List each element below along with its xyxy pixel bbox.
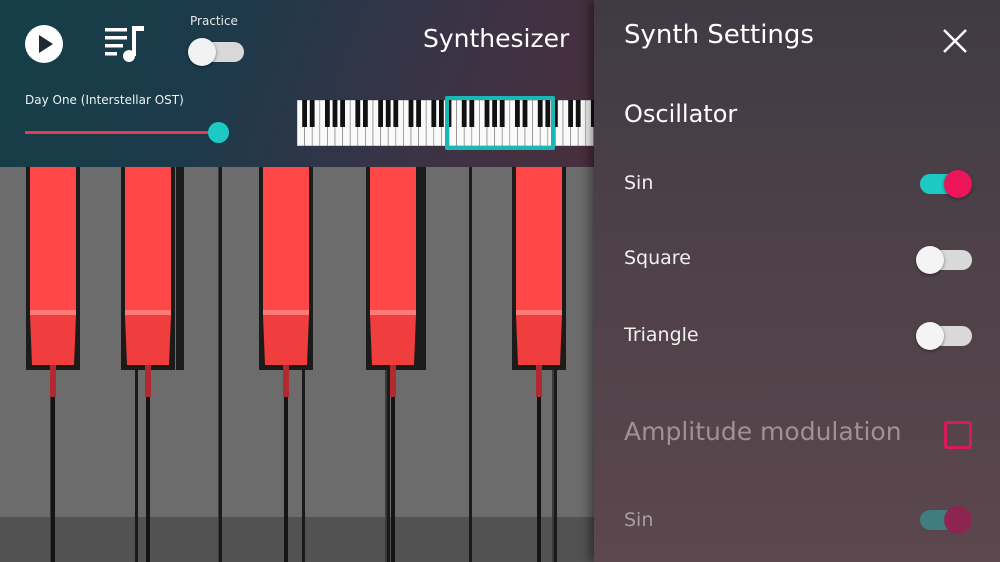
mini-black-key <box>439 100 444 127</box>
key-divider <box>537 397 541 562</box>
mini-black-key <box>363 100 368 127</box>
black-key-tip <box>125 315 171 365</box>
amplitude-modulation-label: Amplitude modulation <box>624 417 902 446</box>
oscillator-triangle-label: Triangle <box>624 324 699 346</box>
playlist-icon <box>105 26 144 62</box>
black-key-bevel <box>370 310 416 315</box>
mini-black-key <box>340 100 345 127</box>
black-key[interactable] <box>418 167 426 370</box>
black-key-tip <box>30 315 76 365</box>
piano-keyboard[interactable] <box>0 167 600 562</box>
synth-settings-drawer: Synth Settings Oscillator Sin Square Tri… <box>594 0 1000 562</box>
amplitude-modulation-checkbox[interactable] <box>944 421 972 449</box>
oscillator-section-title: Oscillator <box>624 100 738 128</box>
mini-black-key <box>385 100 391 127</box>
black-key-tip <box>516 315 562 365</box>
top-bar: Practice Synthesizer Day One (Interstell… <box>0 0 600 167</box>
mini-black-key <box>416 100 421 127</box>
mini-black-key <box>568 100 573 127</box>
mini-black-key <box>309 100 315 127</box>
play-icon <box>39 35 53 53</box>
toggle-thumb <box>944 506 972 534</box>
black-key-highlighted[interactable] <box>30 167 76 310</box>
oscillator-square-toggle[interactable] <box>916 246 972 274</box>
white-key-front <box>0 517 50 562</box>
toggle-thumb <box>916 246 944 274</box>
toggle-thumb <box>944 170 972 198</box>
playlist-button[interactable] <box>105 24 147 64</box>
oscillator-sin-label: Sin <box>624 172 654 194</box>
oscillator-square-label: Square <box>624 247 691 269</box>
oscillator-sin-toggle[interactable] <box>916 170 972 198</box>
black-key-bevel <box>263 310 309 315</box>
mini-black-key <box>408 100 414 127</box>
white-key-front <box>222 517 302 562</box>
black-key[interactable] <box>176 167 184 370</box>
mini-black-key <box>378 100 383 127</box>
key-gap <box>469 167 472 562</box>
black-key-highlighted[interactable] <box>263 167 309 310</box>
mini-black-key <box>393 100 399 127</box>
black-key-stem <box>390 365 396 397</box>
app-title: Synthesizer <box>423 24 570 53</box>
white-key-front <box>390 517 470 562</box>
white-key-front <box>55 517 135 562</box>
close-icon <box>943 29 967 53</box>
practice-toggle-thumb <box>188 38 216 66</box>
black-key-bevel <box>30 310 76 315</box>
key-divider <box>146 397 150 562</box>
drawer-title: Synth Settings <box>624 20 814 50</box>
black-key-bevel <box>516 310 562 315</box>
key-divider <box>51 397 55 562</box>
practice-toggle[interactable] <box>188 38 244 66</box>
black-key-stem <box>50 365 56 397</box>
seek-thumb[interactable] <box>208 122 230 143</box>
black-key-tip <box>263 315 309 365</box>
play-button[interactable] <box>25 25 63 63</box>
black-key-stem <box>536 365 542 397</box>
mini-black-key <box>302 100 307 127</box>
song-title: Day One (Interstellar OST) <box>25 93 184 107</box>
am-sin-label: Sin <box>624 509 654 531</box>
black-key-highlighted[interactable] <box>370 167 416 310</box>
mini-black-key <box>575 100 581 127</box>
practice-label: Practice <box>190 14 238 28</box>
mini-black-key <box>431 100 437 127</box>
oscillator-triangle-toggle[interactable] <box>916 322 972 350</box>
seek-bar[interactable] <box>25 131 219 134</box>
am-sin-toggle[interactable] <box>916 506 972 534</box>
close-button[interactable] <box>940 26 970 56</box>
black-key-highlighted[interactable] <box>516 167 562 310</box>
white-key-front <box>305 517 385 562</box>
black-key-highlighted[interactable] <box>125 167 171 310</box>
piano-keys <box>0 167 600 562</box>
mini-black-key <box>332 100 338 127</box>
black-key-tip <box>370 315 416 365</box>
key-gap <box>219 167 222 562</box>
mini-black-key <box>325 100 330 127</box>
black-key-bevel <box>125 310 171 315</box>
key-divider <box>391 397 395 562</box>
mini-black-key <box>355 100 361 127</box>
toggle-thumb <box>916 322 944 350</box>
black-key-stem <box>145 365 151 397</box>
black-key-stem <box>283 365 289 397</box>
key-divider <box>284 397 288 562</box>
keyboard-view-window[interactable] <box>445 96 555 150</box>
